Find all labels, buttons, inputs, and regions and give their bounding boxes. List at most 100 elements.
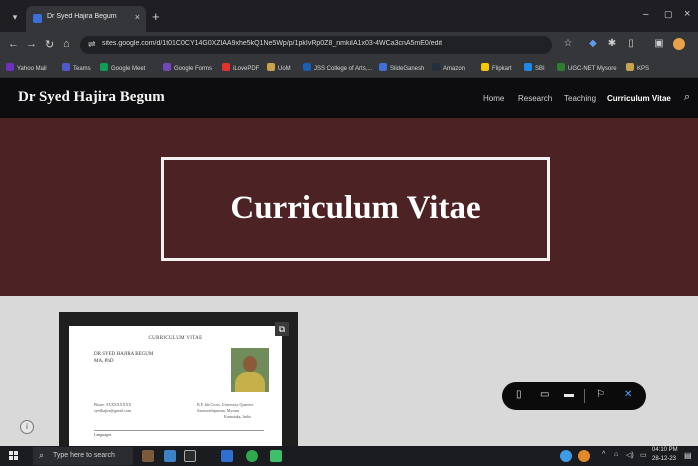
bookmark-item[interactable]: UoM bbox=[267, 63, 291, 74]
site-title[interactable]: Dr Syed Hajira Begum bbox=[18, 89, 165, 106]
taskbar-task-view-icon[interactable] bbox=[164, 450, 176, 462]
bookmark-favicon-icon bbox=[267, 63, 275, 71]
tray-app-icon[interactable] bbox=[560, 450, 572, 462]
tab-group-icon[interactable]: ▣ bbox=[653, 38, 665, 50]
tab-title: Dr Syed Hajira Begum bbox=[47, 13, 117, 20]
new-tab-button[interactable]: + bbox=[152, 9, 160, 24]
nav-curriculum-vitae[interactable]: Curriculum Vitae bbox=[607, 94, 671, 103]
taskbar-chrome-icon[interactable] bbox=[246, 450, 258, 462]
portrait-face bbox=[243, 356, 257, 372]
cv-portrait-photo bbox=[231, 348, 269, 392]
bookmark-star-icon[interactable]: ☆ bbox=[562, 38, 574, 50]
toolbar-divider bbox=[584, 389, 585, 403]
bookmark-label: Google Meet bbox=[111, 66, 146, 72]
screen: ▾ Dr Syed Hajira Begum × + – ▢ × ← → ↻ ⌂… bbox=[0, 0, 698, 466]
cv-name: DR SYED HAJIRA BEGUM bbox=[94, 352, 154, 357]
bookmark-label: Flipkart bbox=[492, 66, 512, 72]
address-bar[interactable]: ⇌ sites.google.com/d/1t01C0CY14G0XZlAA9x… bbox=[80, 36, 552, 54]
bookmark-label: UoM bbox=[278, 66, 291, 72]
bookmark-label: SBI bbox=[535, 66, 545, 72]
bookmark-favicon-icon bbox=[163, 63, 171, 71]
bookmark-favicon-icon bbox=[524, 63, 532, 71]
extension-icon[interactable]: ◆ bbox=[587, 38, 599, 50]
cv-document-embed[interactable]: CURRICULUM VITAE DR SYED HAJIRA BEGUM MA… bbox=[59, 312, 298, 446]
bookmark-item[interactable]: Amazon bbox=[432, 63, 465, 74]
bookmark-label: Amazon bbox=[443, 66, 466, 72]
taskbar-app-icon[interactable] bbox=[270, 450, 282, 462]
cv-heading: CURRICULUM VITAE bbox=[148, 336, 203, 341]
bookmark-label: KPS bbox=[637, 66, 650, 72]
site-info-icon[interactable]: ⇌ bbox=[88, 39, 96, 50]
bookmark-favicon-icon bbox=[432, 63, 440, 71]
back-arrow-icon[interactable]: ← bbox=[8, 38, 19, 50]
side-panel-icon[interactable]: ▯ bbox=[625, 38, 637, 50]
desktop-preview-icon[interactable]: ▬ bbox=[564, 389, 574, 400]
bookmark-favicon-icon bbox=[62, 63, 70, 71]
maximize-button[interactable]: ▢ bbox=[664, 9, 673, 20]
tray-chevron-icon[interactable]: ^ bbox=[602, 451, 605, 458]
taskbar-search-placeholder: Type here to search bbox=[53, 452, 115, 459]
minimize-button[interactable]: – bbox=[643, 9, 649, 20]
bookmark-item[interactable]: UGC-NET Mysore bbox=[557, 63, 617, 74]
tab-search-icon[interactable]: ▾ bbox=[8, 10, 22, 24]
browser-tab[interactable]: Dr Syed Hajira Begum × bbox=[26, 6, 146, 32]
cv-address-line-3: Karnataka, India bbox=[224, 414, 251, 419]
bookmarks-bar: Yahoo Mail Teams Google Meet Google Form… bbox=[0, 58, 698, 78]
tab-close-icon[interactable]: × bbox=[135, 12, 140, 22]
search-icon: ⌕ bbox=[39, 450, 45, 460]
puzzle-extensions-icon[interactable]: ✱ bbox=[606, 38, 618, 50]
notification-icon[interactable]: ▤ bbox=[684, 451, 692, 460]
hero-title: Curriculum Vitae bbox=[230, 190, 481, 226]
bookmark-item[interactable]: iLovePDF bbox=[222, 63, 259, 74]
bookmark-label: Google Forms bbox=[174, 66, 213, 72]
cv-email: syedhajira@gmail.com bbox=[94, 408, 132, 413]
bookmark-favicon-icon bbox=[379, 63, 387, 71]
bookmark-item[interactable]: Teams bbox=[62, 63, 91, 74]
taskbar-app-photo-icon[interactable] bbox=[142, 450, 154, 462]
bookmark-favicon-icon bbox=[626, 63, 634, 71]
windows-start-icon[interactable] bbox=[9, 451, 19, 461]
network-icon[interactable]: ⌂ bbox=[614, 451, 618, 458]
page-content: CURRICULUM VITAE DR SYED HAJIRA BEGUM MA… bbox=[0, 296, 698, 446]
tray-app-icon[interactable] bbox=[578, 450, 590, 462]
taskbar-clock-time[interactable]: 04:10 PM bbox=[652, 447, 678, 453]
bookmark-label: Yahoo Mail bbox=[17, 66, 47, 72]
bookmark-item[interactable]: Yahoo Mail bbox=[6, 63, 47, 74]
open-preview-icon[interactable]: ⚐ bbox=[596, 389, 605, 400]
cv-section-heading: Languages bbox=[94, 432, 112, 437]
browser-toolbar: ← → ↻ ⌂ ⇌ sites.google.com/d/1t01C0CY14G… bbox=[0, 32, 698, 58]
tablet-preview-icon[interactable]: ▭ bbox=[540, 389, 549, 400]
phone-preview-icon[interactable]: ▯ bbox=[516, 389, 522, 400]
bookmark-item[interactable]: Google Forms bbox=[163, 63, 212, 74]
nav-teaching[interactable]: Teaching bbox=[564, 94, 596, 103]
bookmark-item[interactable]: KPS bbox=[626, 63, 649, 74]
hero-title-frame: Curriculum Vitae bbox=[161, 157, 550, 261]
open-in-new-window-icon[interactable]: ⧉ bbox=[275, 322, 289, 336]
info-icon[interactable]: i bbox=[20, 420, 34, 434]
taskbar-clock-date[interactable]: 28-12-23 bbox=[652, 456, 676, 462]
bookmark-item[interactable]: Google Meet bbox=[100, 63, 145, 74]
bookmark-item[interactable]: SlideGanesh bbox=[379, 63, 424, 74]
nav-research[interactable]: Research bbox=[518, 94, 552, 103]
close-window-button[interactable]: × bbox=[684, 8, 690, 20]
volume-icon[interactable]: ◁) bbox=[626, 451, 634, 459]
taskbar-widgets-icon[interactable] bbox=[184, 450, 196, 462]
nav-home[interactable]: Home bbox=[483, 94, 504, 103]
bookmark-item[interactable]: SBI bbox=[524, 63, 545, 74]
home-icon[interactable]: ⌂ bbox=[63, 38, 70, 50]
profile-avatar-icon[interactable] bbox=[673, 38, 685, 50]
bookmark-item[interactable]: JSS College of Arts,... bbox=[303, 63, 372, 74]
close-preview-icon[interactable]: ✕ bbox=[624, 389, 632, 400]
reload-icon[interactable]: ↻ bbox=[45, 38, 54, 51]
url-text[interactable]: sites.google.com/d/1t01C0CY14G0XZlAA9xhe… bbox=[102, 40, 542, 47]
taskbar-search-box[interactable]: ⌕ Type here to search bbox=[33, 447, 133, 465]
bookmark-favicon-icon bbox=[481, 63, 489, 71]
search-icon[interactable]: ⌕ bbox=[684, 91, 690, 104]
cv-document-page: CURRICULUM VITAE DR SYED HAJIRA BEGUM MA… bbox=[69, 326, 282, 446]
taskbar-file-explorer-icon[interactable] bbox=[221, 450, 233, 462]
battery-icon[interactable]: ▭ bbox=[640, 451, 647, 459]
bookmark-label: UGC-NET Mysore bbox=[568, 66, 617, 72]
forward-arrow-icon[interactable]: → bbox=[26, 38, 37, 50]
bookmark-favicon-icon bbox=[557, 63, 565, 71]
bookmark-item[interactable]: Flipkart bbox=[481, 63, 512, 74]
